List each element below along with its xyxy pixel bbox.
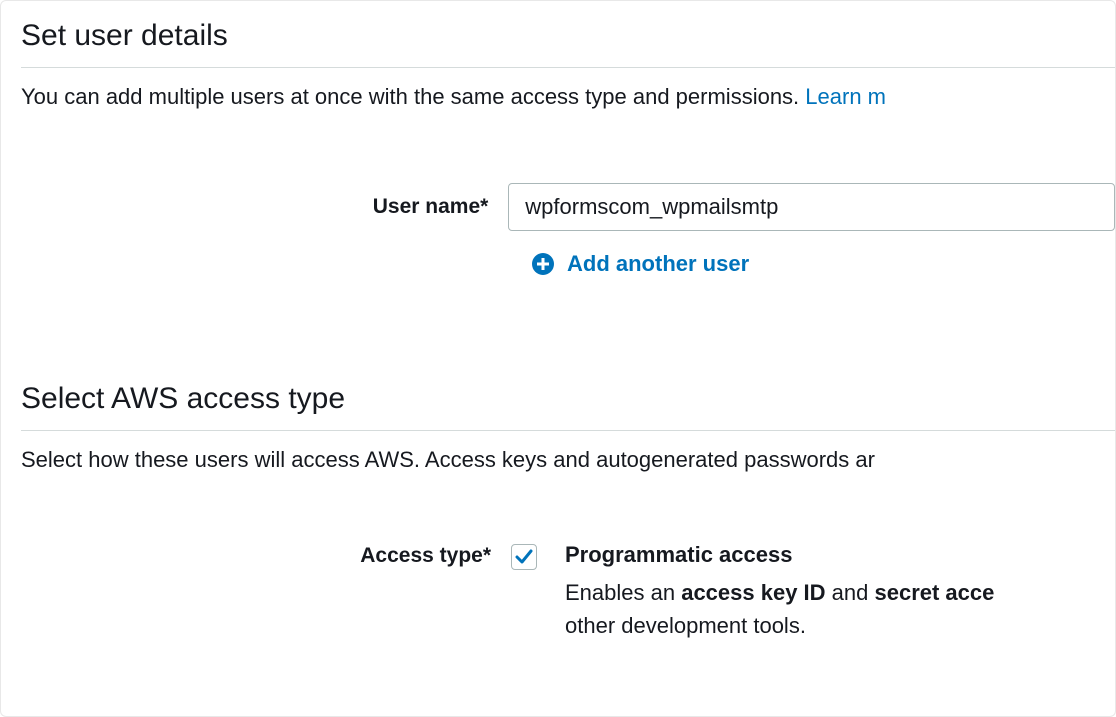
programmatic-access-option: Programmatic access Enables an access ke… (511, 542, 994, 642)
add-another-user-button[interactable]: Add another user (531, 251, 1115, 277)
section-title-user-details: Set user details (21, 19, 1115, 53)
programmatic-access-content: Programmatic access Enables an access ke… (565, 542, 994, 642)
set-user-details-section: Set user details You can add multiple us… (21, 19, 1115, 277)
checkmark-icon (515, 548, 533, 566)
username-row: User name* (21, 183, 1115, 231)
programmatic-access-description: Enables an access key ID and secret acce… (565, 576, 994, 642)
section-description-access-type: Select how these users will access AWS. … (21, 445, 1115, 476)
username-label: User name* (21, 195, 508, 219)
programmatic-access-title: Programmatic access (565, 542, 994, 568)
add-another-user-label: Add another user (567, 251, 749, 277)
programmatic-access-checkbox[interactable] (511, 544, 537, 570)
section-description-user-details: You can add multiple users at once with … (21, 82, 1115, 113)
learn-more-link[interactable]: Learn m (805, 84, 886, 109)
description-text: You can add multiple users at once with … (21, 84, 805, 109)
section-divider (21, 67, 1115, 68)
select-access-type-section: Select AWS access type Select how these … (21, 382, 1115, 642)
section-divider (21, 430, 1115, 431)
access-type-row: Access type* Programmatic access Enables… (21, 542, 1115, 642)
plus-circle-icon (531, 252, 555, 276)
username-input[interactable] (508, 183, 1115, 231)
access-type-label: Access type* (21, 542, 511, 568)
section-title-access-type: Select AWS access type (21, 382, 1115, 416)
